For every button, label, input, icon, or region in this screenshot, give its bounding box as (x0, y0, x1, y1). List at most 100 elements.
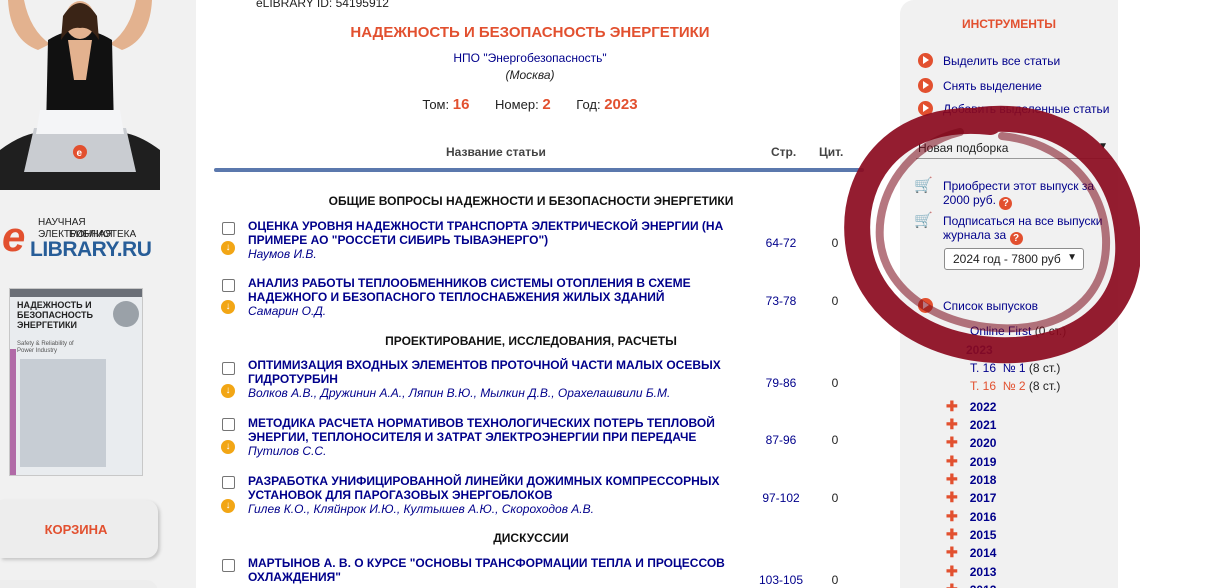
year-item[interactable]: ✚ 2019 (946, 453, 996, 470)
plus-icon: ✚ (946, 508, 958, 524)
elibrary-logo[interactable]: e НАУЧНАЯ ЭЛЕКТРОННАЯ БИБЛИОТЕКА LIBRARY… (0, 214, 160, 264)
subscription-select-value: 2024 год - 7800 руб (953, 252, 1061, 266)
col-cited-header: Цит. (819, 145, 844, 159)
section-heading: ДИСКУССИИ (493, 531, 569, 545)
collection-select[interactable]: Новая подборка ▼ (916, 139, 1112, 159)
plus-icon: ✚ (946, 544, 958, 560)
year-item[interactable]: ✚ 2013 (946, 563, 996, 580)
year-item[interactable]: ✚ 2015 (946, 526, 996, 543)
number-label: Номер: (495, 97, 539, 112)
subscription-select[interactable]: 2024 год - 7800 руб ▼ (944, 248, 1084, 270)
plus-icon: ✚ (946, 416, 958, 432)
article-authors: Волков А.В., Дружинин А.А., Ляпин В.Ю., … (248, 386, 671, 400)
main-content: eLIBRARY ID: 54195912 НАДЕЖНОСТЬ И БЕЗОП… (196, 0, 900, 588)
add-selected-link[interactable]: Добавить выделенные статьи (918, 101, 1109, 116)
cover-subtitle: Safety & Reliability of Power Industry (17, 341, 74, 354)
cart-icon: 🛒 (914, 177, 933, 194)
number-value: 2 (542, 96, 551, 113)
year-item[interactable]: ✚ 2014 (946, 544, 996, 561)
year-item[interactable]: ✚ 2021 (946, 416, 996, 433)
select-all-link[interactable]: Выделить все статьи (918, 53, 1060, 68)
article-checkbox[interactable] (222, 362, 235, 375)
article-pages: 97-102 (762, 491, 800, 505)
download-icon[interactable]: ↓ (221, 300, 235, 314)
help-icon[interactable]: ? (999, 197, 1013, 210)
journal-cover[interactable]: НАДЕЖНОСТЬ И БЕЗОПАСНОСТЬ ЭНЕРГЕТИКИ Saf… (9, 288, 143, 476)
journal-title[interactable]: НАДЕЖНОСТЬ И БЕЗОПАСНОСТЬ ЭНЕРГЕТИКИ (196, 24, 864, 41)
cover-illustration (20, 359, 106, 467)
chevron-down-icon: ▼ (1067, 252, 1077, 263)
col-title-header: Название статьи (446, 145, 546, 159)
section-heading: ПРОЕКТИРОВАНИЕ, ИССЛЕДОВАНИЯ, РАСЧЕТЫ (385, 334, 677, 348)
issue-info: Том: 16 Номер: 2 Год: 2023 (196, 96, 864, 113)
year-label: Год: (576, 97, 601, 112)
year-item[interactable]: ✚ 2017 (946, 489, 996, 506)
cart-label: КОРЗИНА (44, 522, 108, 537)
article-authors: Гилев К.О., Кляйнрок И.Ю., Култышев А.Ю.… (248, 502, 594, 516)
year-item[interactable]: ✚ 2016 (946, 508, 996, 525)
deselect-link[interactable]: Снять выделение (918, 78, 1042, 93)
plus-icon: ✚ (946, 563, 958, 579)
plus-icon: ✚ (946, 489, 958, 505)
select-all-label: Выделить все статьи (943, 54, 1061, 68)
year-value: 2023 (604, 96, 638, 113)
year-current[interactable]: 2023 (966, 343, 993, 357)
article-title[interactable]: ОПТИМИЗАЦИЯ ВХОДНЫХ ЭЛЕМЕНТОВ ПРОТОЧНОЙ … (248, 358, 748, 386)
publisher-link[interactable]: НПО "Энергобезопасность" (196, 51, 864, 65)
cart-icon: 🛒 (914, 212, 933, 229)
article-checkbox[interactable] (222, 279, 235, 292)
help-icon[interactable]: ? (1009, 232, 1023, 245)
subscribe-link[interactable]: 🛒 Подписаться на все выпуски журнала за … (914, 212, 1113, 245)
issues-list-label: Список выпусков (943, 299, 1039, 313)
cover-badge (113, 301, 139, 327)
article-title[interactable]: АНАЛИЗ РАБОТЫ ТЕПЛООБМЕННИКОВ СИСТЕМЫ ОТ… (248, 276, 748, 304)
article-pages: 73-78 (765, 294, 797, 308)
article-authors: Самарин О.Д. (248, 304, 327, 318)
deselect-label: Снять выделение (943, 79, 1042, 93)
cart-button[interactable]: КОРЗИНА (0, 500, 158, 558)
article-title[interactable]: РАЗРАБОТКА УНИФИЦИРОВАННОЙ ЛИНЕЙКИ ДОЖИМ… (248, 474, 748, 502)
issues-list-link[interactable]: Список выпусков (918, 298, 1038, 313)
article-checkbox[interactable] (222, 418, 235, 431)
article-title[interactable]: МЕТОДИКА РАСЧЕТА НОРМАТИВОВ ТЕХНОЛОГИЧЕС… (248, 416, 748, 444)
article-authors: Путилов С.С. (248, 444, 327, 458)
plus-icon: ✚ (946, 581, 958, 588)
chevron-down-icon: ▼ (1098, 141, 1108, 152)
issue-link-current[interactable]: Т. 16 № 2 (8 ст.) (970, 379, 1060, 393)
issue-link[interactable]: Т. 16 № 1 (8 ст.) (970, 361, 1060, 375)
play-icon (918, 298, 933, 313)
collection-select-value: Новая подборка (918, 141, 1009, 155)
year-item[interactable]: ✚ 2022 (946, 398, 996, 415)
download-icon[interactable]: ↓ (221, 241, 235, 255)
buy-issue-link[interactable]: 🛒 Приобрести этот выпуск за 2000 руб. ? (914, 177, 1103, 210)
download-icon[interactable]: ↓ (221, 440, 235, 454)
article-pages: 103-105 (758, 573, 804, 587)
year-item[interactable]: ✚ 2018 (946, 471, 996, 488)
online-first-link[interactable]: Online First (0 ст.) (970, 324, 1066, 338)
article-title[interactable]: ОЦЕНКА УРОВНЯ НАДЕЖНОСТИ ТРАНСПОРТА ЭЛЕК… (248, 219, 748, 247)
article-cited: 0 (831, 294, 839, 308)
col-pages-header: Стр. (771, 145, 797, 159)
article-checkbox[interactable] (222, 559, 235, 572)
article-checkbox[interactable] (222, 222, 235, 235)
mascot-image: e (0, 0, 160, 190)
logo-letter: e (2, 213, 26, 260)
article-cited: 0 (831, 236, 839, 250)
publisher-city: (Москва) (505, 68, 555, 82)
year-item[interactable]: ✚2012 (946, 581, 996, 588)
article-pages: 79-86 (765, 376, 797, 390)
plus-icon: ✚ (946, 471, 958, 487)
tools-title: ИНСТРУМЕНТЫ (961, 17, 1057, 31)
article-authors: Наумов И.В. (248, 247, 317, 261)
article-checkbox[interactable] (222, 476, 235, 489)
article-title[interactable]: МАРТЫНОВ А. В. О КУРСЕ "ОСНОВЫ ТРАНСФОРМ… (248, 556, 748, 584)
download-icon[interactable]: ↓ (221, 384, 235, 398)
table-header-rule (214, 168, 864, 172)
next-menu-button[interactable] (0, 580, 158, 588)
plus-icon: ✚ (946, 526, 958, 542)
subscribe-label: Подписаться на все выпуски журнала за (943, 214, 1103, 242)
article-cited: 0 (831, 376, 839, 390)
year-item[interactable]: ✚ 2020 (946, 434, 996, 451)
tools-panel: ИНСТРУМЕНТЫ Выделить все статьи Снять вы… (900, 0, 1118, 588)
download-icon[interactable]: ↓ (221, 499, 235, 513)
